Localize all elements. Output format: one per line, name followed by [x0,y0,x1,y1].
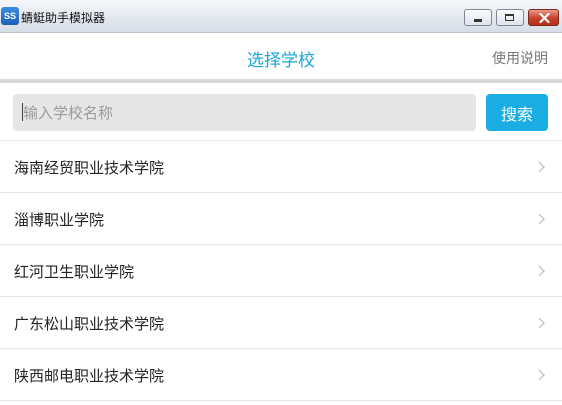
minimize-icon [474,19,482,22]
help-link[interactable]: 使用说明 [492,48,548,68]
chevron-right-icon [538,161,545,173]
school-name: 红河卫生职业学院 [14,263,135,281]
text-caret [22,103,23,121]
page-title: 选择学校 [247,51,315,71]
maximize-button[interactable] [496,9,524,26]
school-name: 广东松山职业技术学院 [14,315,165,333]
search-bar: 搜索 [0,83,562,141]
school-list-item[interactable]: 广东松山职业技术学院 [0,297,562,349]
school-list: 海南经贸职业技术学院 淄博职业学院红河卫生职业学院广东松山职业技术学院 陕西邮电职业… [0,141,562,401]
app-logo-icon: SS [1,7,19,25]
school-list-item[interactable]: 淄博职业学院 [0,193,562,245]
app-header: 选择学校 使用说明 [0,33,562,81]
search-button[interactable]: 搜索 [486,94,548,131]
school-list-item[interactable]: 陕西邮电职业技术学院 [0,349,562,401]
school-name: 海南经贸职业技术学院 [14,159,165,177]
search-input[interactable] [13,94,476,131]
school-list-item[interactable]: 红河卫生职业学院 [0,245,562,297]
chevron-right-icon [538,213,545,225]
window-titlebar: SS 蜻蜓助手模拟器 [0,0,562,33]
chevron-right-icon [538,369,545,381]
chevron-right-icon [538,265,545,277]
window-title: 蜻蜓助手模拟器 [21,11,106,25]
chevron-right-icon [538,317,545,329]
school-list-item[interactable]: 海南经贸职业技术学院 [0,141,562,193]
close-icon [539,13,550,23]
close-button[interactable] [528,9,559,26]
school-name: 陕西邮电职业技术学院 [14,367,165,385]
school-name: 淄博职业学院 [14,211,105,229]
maximize-icon [505,14,514,21]
minimize-button[interactable] [464,9,492,26]
